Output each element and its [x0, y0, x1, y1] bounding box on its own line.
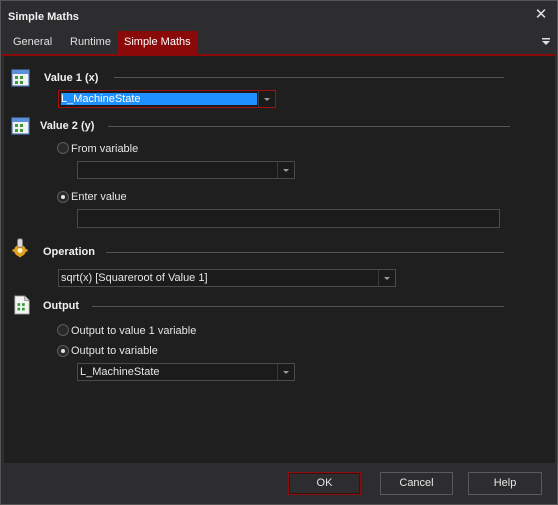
variable-list-icon [11, 117, 30, 135]
output-variable-text: L_MachineState [80, 366, 160, 378]
gear-icon [12, 238, 28, 258]
output-to-value1-radio[interactable] [57, 324, 69, 336]
value2-heading: Value 2 (y) [40, 120, 95, 132]
operation-heading: Operation [43, 246, 95, 258]
output-divider [92, 306, 504, 307]
help-button[interactable]: Help [468, 472, 542, 495]
value2-divider [108, 126, 510, 127]
variable-list-icon [11, 69, 30, 87]
value2-variable-select[interactable] [77, 161, 295, 179]
value1-heading: Value 1 (x) [44, 72, 99, 84]
from-variable-radio[interactable] [57, 142, 69, 154]
value1-divider [114, 77, 504, 78]
chevron-down-icon[interactable] [258, 91, 275, 107]
ok-button[interactable]: OK [288, 472, 361, 495]
simple-maths-dialog: Simple Maths ✕ General Runtime Simple Ma… [0, 0, 558, 505]
output-to-variable-label: Output to variable [71, 345, 158, 357]
output-variable-select[interactable]: L_MachineState [77, 363, 295, 381]
cancel-button[interactable]: Cancel [380, 472, 453, 495]
enter-value-radio[interactable] [57, 191, 69, 203]
window-title: Simple Maths [8, 11, 79, 23]
output-heading: Output [43, 300, 80, 312]
button-bar: OK Cancel Help [1, 463, 557, 504]
document-list-icon [14, 295, 30, 315]
chevron-down-icon[interactable] [277, 162, 294, 178]
enter-value-label: Enter value [71, 191, 127, 203]
close-icon[interactable]: ✕ [533, 7, 549, 23]
output-to-value1-label: Output to value 1 variable [71, 325, 197, 337]
operation-divider [106, 252, 504, 253]
value1-variable-text: L_MachineState [61, 93, 257, 105]
output-to-variable-radio[interactable] [57, 345, 69, 357]
content-panel: Value 1 (x) L_MachineState Value 2 (y) F… [4, 56, 555, 463]
chevron-down-icon[interactable] [277, 364, 294, 380]
from-variable-label: From variable [71, 143, 139, 155]
enter-value-field[interactable] [77, 209, 500, 228]
tab-general[interactable]: General [7, 31, 58, 54]
operation-select[interactable]: sqrt(x) [Squareroot of Value 1] [58, 269, 396, 287]
operation-selected-text: sqrt(x) [Squareroot of Value 1] [61, 272, 208, 284]
tab-runtime[interactable]: Runtime [64, 31, 117, 54]
value1-variable-select[interactable]: L_MachineState [58, 90, 276, 108]
menu-icon[interactable] [541, 37, 551, 47]
title-bar: Simple Maths ✕ [1, 1, 557, 31]
chevron-down-icon[interactable] [378, 270, 395, 286]
tab-bar: General Runtime Simple Maths [2, 31, 556, 56]
tab-simple-maths[interactable]: Simple Maths [118, 31, 197, 54]
